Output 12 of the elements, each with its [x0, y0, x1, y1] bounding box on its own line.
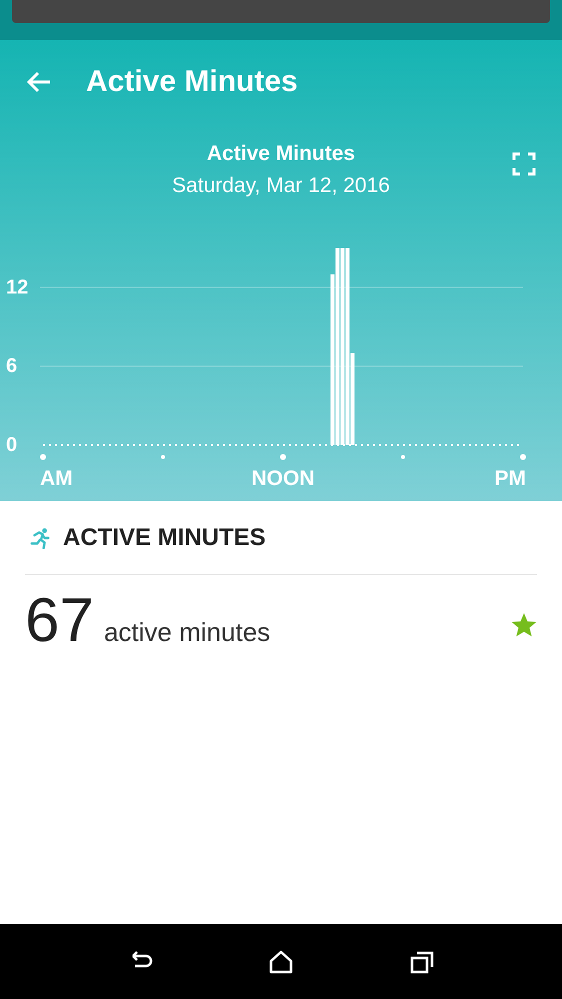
y-tick-label: 0: [6, 434, 18, 456]
x-tick-label: NOON: [252, 467, 314, 490]
x-tick-label: PM: [494, 467, 526, 490]
y-tick-label: 12: [6, 276, 28, 298]
screen-title: Active Minutes: [86, 65, 298, 99]
minutes-unit: active minutes: [104, 617, 272, 648]
section-heading: ACTIVE MINUTES: [63, 524, 266, 552]
y-tick-label: 6: [6, 355, 18, 378]
chart-title: Active Minutes: [206, 142, 356, 166]
x-tick-label: AM: [40, 467, 73, 490]
chart-date: Saturday, Mar 12, 2016: [172, 174, 390, 198]
minutes-value: 67: [25, 585, 94, 656]
